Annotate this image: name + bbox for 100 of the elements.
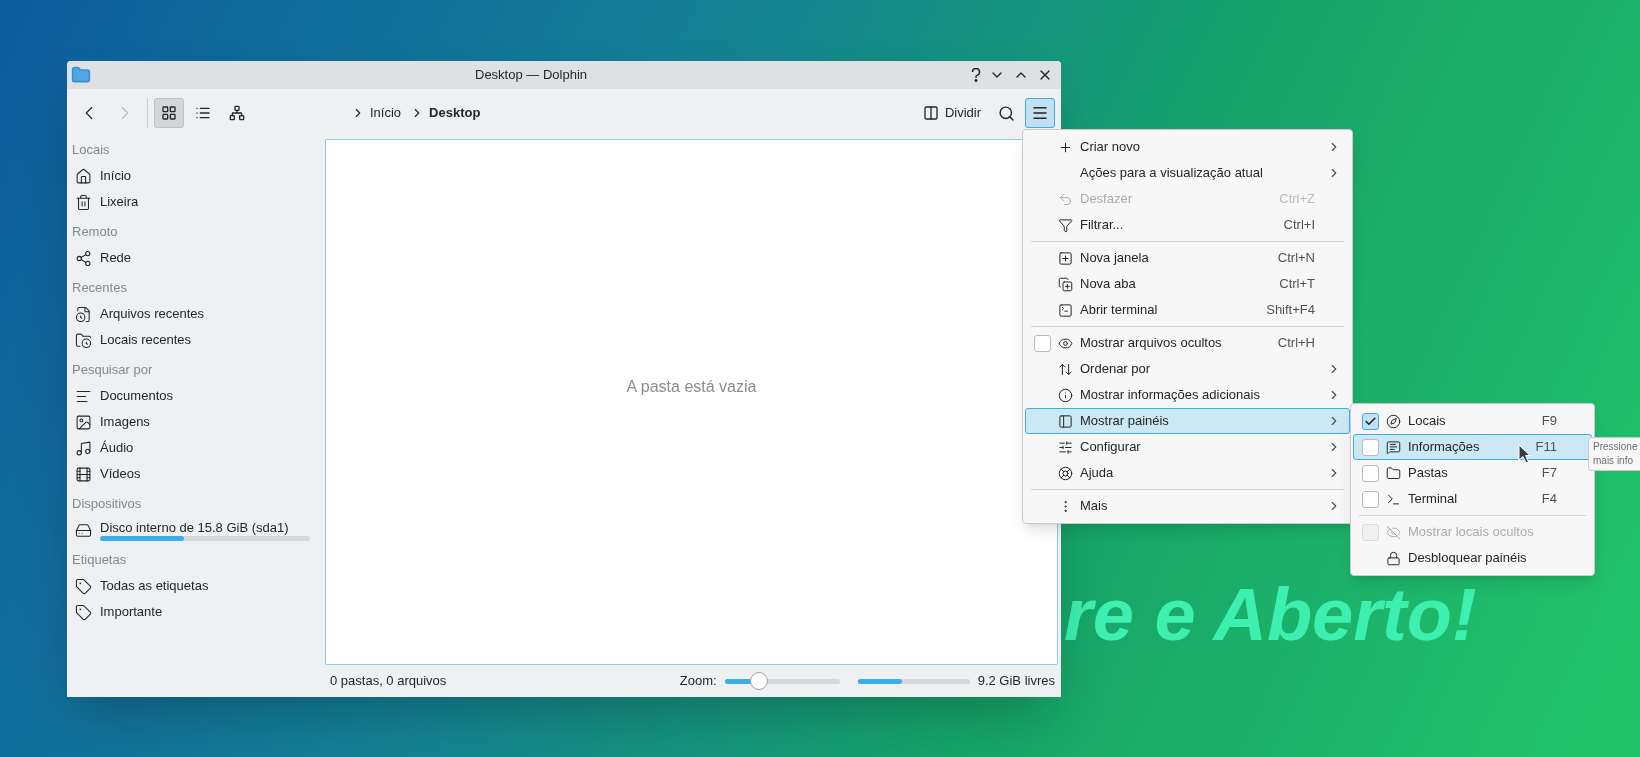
menu-item[interactable]: Mostrar painéis — [1025, 408, 1350, 434]
sidebar-item[interactable]: Rede — [72, 245, 320, 271]
checkbox[interactable] — [1034, 334, 1051, 352]
lock-icon — [1386, 550, 1401, 566]
zoom-slider[interactable] — [724, 672, 840, 690]
sidebar-item-label: Lixeira — [100, 194, 140, 210]
breadcrumb-item[interactable]: Desktop — [427, 103, 483, 123]
checkbox[interactable] — [1362, 412, 1379, 430]
menu-item[interactable]: Ações para a visualização atual — [1025, 160, 1350, 186]
list-view-icon — [195, 105, 211, 121]
split-button[interactable]: Dividir — [916, 98, 987, 128]
menu-item[interactable]: Criar novo — [1025, 134, 1350, 160]
sidebar-item[interactable]: Importante — [72, 599, 320, 625]
menu-item[interactable]: Abrir terminal Shift+F4 — [1025, 297, 1350, 323]
tooltip-text: mais info — [1593, 454, 1634, 468]
film-icon — [75, 465, 92, 483]
menu-item-label: Configurar — [1080, 438, 1142, 457]
sidebar-item-label: Locais recentes — [100, 332, 193, 348]
tree-view-icon — [229, 105, 245, 121]
checkbox[interactable] — [1362, 490, 1379, 508]
menu-item[interactable]: Mostrar arquivos ocultos Ctrl+H — [1025, 330, 1350, 356]
section-header: Recentes — [72, 279, 127, 298]
plus-icon — [1058, 139, 1073, 155]
help-icon[interactable] — [971, 68, 981, 82]
menu-item[interactable]: Nova aba Ctrl+T — [1025, 271, 1350, 297]
checkbox[interactable] — [1362, 438, 1379, 456]
sidebar-item-label: Vídeos — [100, 466, 142, 482]
terminal-icon — [1058, 302, 1073, 318]
music-note-icon — [75, 439, 92, 457]
shortcut-label: F9 — [1541, 412, 1557, 431]
new-tab-icon — [1058, 276, 1073, 292]
menu-item[interactable]: Mais — [1025, 493, 1350, 519]
menu-item[interactable]: Desbloquear painéis — [1353, 545, 1592, 571]
shortcut-label: Ctrl+Z — [1279, 190, 1315, 209]
sidebar-item[interactable]: Lixeira — [72, 189, 320, 215]
sidebar-item-label: Arquivos recentes — [100, 306, 206, 322]
menu-item[interactable]: Mostrar informações adicionais — [1025, 382, 1350, 408]
grid-view-icon — [161, 105, 177, 121]
menu-item[interactable]: Filtrar... Ctrl+I — [1025, 212, 1350, 238]
shortcut-label: Ctrl+I — [1283, 216, 1315, 235]
menu-item[interactable]: Ordenar por — [1025, 356, 1350, 382]
menu-item-label: Filtrar... — [1080, 216, 1125, 235]
zoom-label: Zoom: — [679, 672, 717, 691]
sidebar-item[interactable]: Início — [72, 163, 320, 189]
sidebar-item-label: Imagens — [100, 414, 151, 430]
sidebar-item-label: Início — [100, 168, 133, 184]
menu-item-label: Desfazer — [1080, 190, 1134, 209]
section-header: Remoto — [72, 223, 118, 242]
menu-item-label: Informações — [1408, 438, 1481, 457]
sidebar-item[interactable]: Arquivos recentes — [72, 301, 320, 327]
tag-icon — [75, 577, 92, 595]
window-title: Desktop — Dolphin — [474, 66, 588, 85]
sidebar-item[interactable]: Áudio — [72, 435, 320, 461]
breadcrumb-item[interactable]: Início — [368, 103, 404, 123]
split-view-icon — [922, 105, 939, 121]
filter-icon — [1058, 217, 1073, 233]
folder-icon — [71, 65, 91, 85]
check-icon — [1364, 414, 1377, 428]
sidebar-item[interactable]: Todas as etiquetas — [72, 573, 320, 599]
shortcut-label: Ctrl+H — [1277, 334, 1315, 353]
menu-item-label: Ajuda — [1080, 464, 1115, 483]
menu-item-label: Nova janela — [1080, 249, 1150, 268]
menu-item-label: Abrir terminal — [1080, 301, 1159, 320]
checkbox[interactable] — [1362, 464, 1379, 482]
sliders-icon — [1058, 439, 1073, 455]
menu-item-label: Mais — [1080, 497, 1109, 516]
sidebar-item[interactable]: Vídeos — [72, 461, 320, 487]
image-icon — [75, 413, 92, 431]
lifebuoy-icon — [1058, 465, 1073, 481]
sidebar-item-label: Documentos — [100, 388, 174, 404]
menu-item-label: Mostrar arquivos ocultos — [1080, 334, 1223, 353]
menu-item[interactable]: Terminal F4 — [1353, 486, 1592, 512]
tooltip-text: Pressione — [1593, 440, 1639, 454]
sidebar-item[interactable]: Documentos — [72, 383, 320, 409]
menu-button[interactable] — [1025, 98, 1055, 128]
menu-item-label: Criar novo — [1080, 138, 1141, 157]
shortcut-label: Ctrl+N — [1277, 249, 1315, 268]
sidebar-item-label: Áudio — [100, 440, 135, 456]
trash-icon — [75, 193, 92, 211]
menu-item-label: Locais — [1408, 412, 1447, 431]
mouse-cursor-icon — [1518, 444, 1531, 464]
menu-item[interactable]: Nova janela Ctrl+N — [1025, 245, 1350, 271]
slider-thumb[interactable] — [750, 672, 769, 690]
compass-icon — [1386, 413, 1401, 429]
menu-item[interactable]: Informações F11 — [1353, 434, 1592, 460]
menu-icon — [1031, 104, 1049, 122]
shortcut-label: F7 — [1541, 464, 1557, 483]
menu-item[interactable]: Configurar — [1025, 434, 1350, 460]
new-window-icon — [1058, 250, 1073, 266]
menu-item[interactable]: Locais F9 — [1353, 408, 1592, 434]
sidebar-item[interactable]: Disco interno de 15.8 GiB (sda1) — [72, 517, 320, 543]
view-mode-button[interactable] — [154, 98, 184, 128]
sidebar-item-label: Disco interno de 15.8 GiB (sda1) — [100, 519, 290, 536]
section-header: Pesquisar por — [72, 361, 153, 380]
sidebar-item[interactable]: Locais recentes — [72, 327, 320, 353]
sidebar-item[interactable]: Imagens — [72, 409, 320, 435]
menu-item[interactable]: Pastas F7 — [1353, 460, 1592, 486]
tag-icon — [75, 603, 92, 621]
menu-item[interactable]: Ajuda — [1025, 460, 1350, 486]
terminal-icon — [1386, 491, 1401, 507]
